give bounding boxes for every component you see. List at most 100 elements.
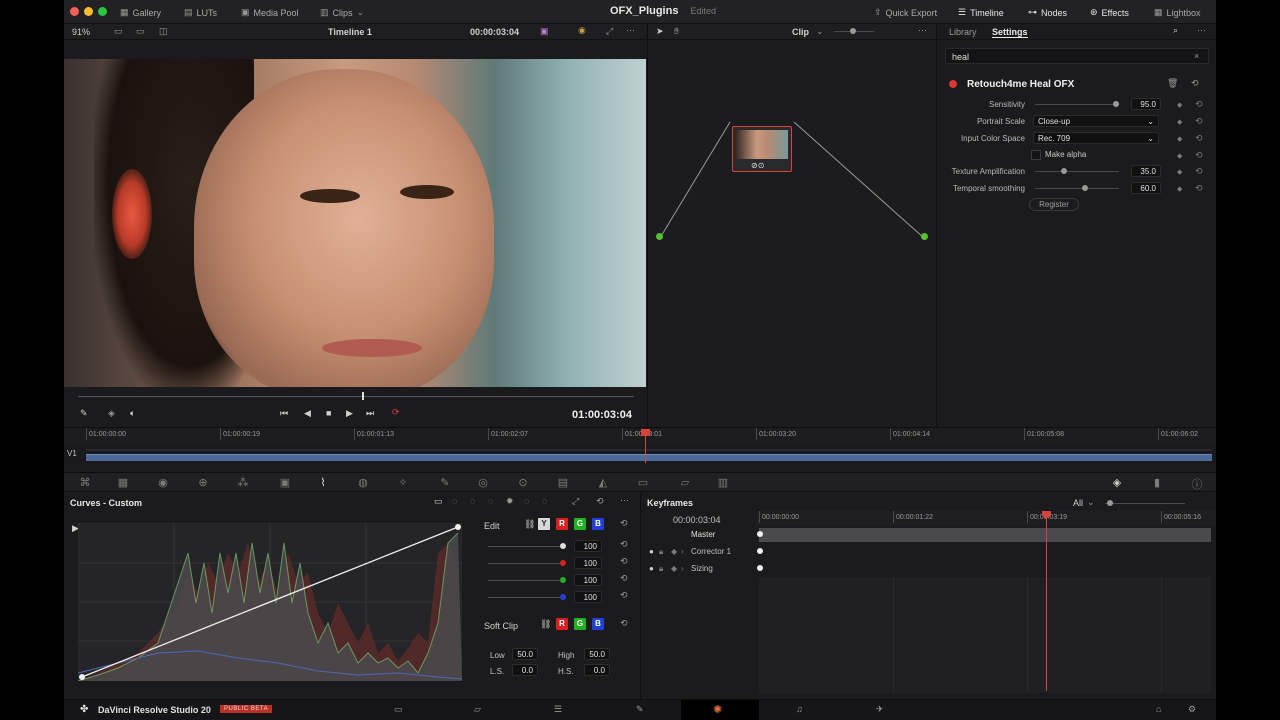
gallery-button[interactable]: ▦ Gallery (120, 7, 161, 18)
playhead-marker[interactable] (641, 429, 650, 436)
single-view-icon[interactable]: ▭ (114, 26, 123, 37)
3d-icon[interactable]: ▱ (676, 476, 694, 489)
register-button[interactable]: Register (1029, 198, 1079, 211)
play-reverse-icon[interactable]: ◀︎ (304, 408, 311, 419)
reset-icon[interactable]: ⟲ (1195, 150, 1203, 161)
volume-icon[interactable]: 🔈︎ (130, 408, 135, 419)
pointer-icon[interactable]: ➤ (656, 26, 664, 37)
reset-icon[interactable]: ⟲ (620, 573, 628, 584)
diamond-icon[interactable]: ◆ (671, 564, 677, 573)
y-intensity-value[interactable]: 100 (574, 540, 602, 552)
temporal-slider[interactable] (1035, 188, 1119, 189)
timeline-ruler[interactable]: 01:00:00:0001:00:00:1901:00:01:1301:00:0… (64, 427, 1216, 445)
y-intensity-handle[interactable] (560, 543, 566, 549)
timeline-clip[interactable] (86, 454, 1212, 461)
search-icon[interactable]: ⌕ (1173, 25, 1178, 36)
keyframe-playhead-marker[interactable] (1042, 511, 1051, 518)
split-view-icon[interactable]: ▭ (136, 26, 145, 37)
luts-button[interactable]: ▤ LUTs (184, 7, 217, 18)
scopes-icon[interactable]: ▮ (1148, 476, 1166, 489)
softclip-b-toggle[interactable]: B (592, 618, 604, 630)
viewer-scrubber[interactable] (78, 396, 634, 397)
media-page-icon[interactable]: ▭ (394, 704, 403, 715)
timeline-toggle[interactable]: ☰ Timeline (958, 7, 1004, 18)
custom-curves-icon[interactable]: ▭ (434, 496, 443, 507)
lock-icon[interactable]: 🔒︎ (659, 547, 663, 557)
hue-vs-sat-icon[interactable]: ◌ (470, 496, 475, 506)
keyframe-diamond-icon[interactable]: ◆ (1177, 118, 1182, 126)
color-warper-icon[interactable]: ◍ (354, 476, 372, 489)
sat-vs-lum-icon[interactable]: ◌ (542, 496, 547, 506)
cut-page-icon[interactable]: ▱ (474, 704, 481, 715)
high-value[interactable]: 50.0 (584, 648, 610, 660)
color-match-icon[interactable]: ▦ (114, 476, 132, 489)
softclip-r-toggle[interactable]: R (556, 618, 568, 630)
keyframe-row-corrector[interactable]: ● 🔒︎ ◆ › Corrector 1 (641, 544, 1201, 560)
color-page-button[interactable]: ✺ (681, 700, 759, 720)
media-pool-button[interactable]: ▣ Media Pool (241, 7, 299, 18)
keyframe-zoom-slider[interactable] (1105, 503, 1185, 504)
fullscreen-icon[interactable]: ⤢ (606, 26, 613, 37)
keyframe-ruler[interactable]: 00:00:00:0000:00:01:2200:00:03:1900:00:0… (757, 511, 1216, 525)
keyframe-zoom-handle[interactable] (1107, 500, 1113, 506)
motion-effects-icon[interactable]: ▣ (276, 476, 294, 489)
visibility-dot-icon[interactable]: ● (649, 564, 654, 573)
hs-value[interactable]: 0.0 (584, 664, 610, 676)
rgb-mixer-icon[interactable]: ⁂ (234, 476, 252, 489)
node-mode-selector[interactable]: Clip (792, 27, 809, 37)
more-options-icon[interactable]: ⋯ (620, 495, 629, 506)
timeline-selector[interactable]: Timeline 1 (328, 27, 372, 37)
keyframe-diamond-icon[interactable]: ◆ (1177, 185, 1182, 193)
g-intensity-slider[interactable] (488, 580, 564, 581)
lightbox-toggle[interactable]: ▦ Lightbox (1154, 7, 1201, 18)
hue-vs-lum-icon[interactable]: ◌ (488, 496, 493, 506)
r-intensity-handle[interactable] (560, 560, 566, 566)
keyframe-diamond-icon[interactable]: ◆ (1177, 152, 1182, 160)
hdr-icon[interactable]: ▣ (540, 26, 549, 37)
zoom-level[interactable]: 91% (72, 27, 90, 37)
texture-amp-slider[interactable] (1035, 171, 1119, 172)
reset-icon[interactable]: ⟲ (1195, 99, 1203, 110)
more-options-icon[interactable]: ⋯ (918, 25, 927, 36)
window-icon[interactable]: ✎ (436, 476, 454, 489)
timeline-playhead[interactable] (645, 429, 646, 463)
keyframe-row-master[interactable]: Master (641, 527, 1201, 543)
reset-icon[interactable]: ⟲ (620, 518, 628, 529)
channel-g-toggle[interactable]: G (574, 518, 586, 530)
link-icon[interactable]: ⛓︎ (540, 619, 551, 630)
node-zoom-handle[interactable] (850, 28, 856, 34)
curves-graph[interactable] (78, 523, 462, 681)
key-icon[interactable]: ◭ (594, 476, 612, 489)
corrector-node[interactable]: ⊘⊙ (732, 126, 792, 172)
compare-view-icon[interactable]: ◫ (159, 26, 168, 37)
texture-amp-handle[interactable] (1061, 168, 1067, 174)
sensitivity-handle[interactable] (1113, 101, 1119, 107)
keyframes-panel-icon[interactable]: ◈ (1108, 476, 1126, 489)
make-alpha-checkbox[interactable] (1031, 150, 1041, 160)
primaries-icon[interactable]: ◉ (154, 476, 172, 489)
softclip-g-toggle[interactable]: G (574, 618, 586, 630)
r-intensity-slider[interactable] (488, 563, 564, 564)
channel-b-toggle[interactable]: B (592, 518, 604, 530)
plugin-enable-toggle[interactable] (949, 80, 957, 88)
fusion-page-icon[interactable]: ✎ (636, 704, 644, 715)
keyframe-dot[interactable] (757, 565, 763, 571)
b-intensity-handle[interactable] (560, 594, 566, 600)
g-intensity-handle[interactable] (560, 577, 566, 583)
reset-icon[interactable]: ⟲ (1195, 116, 1203, 127)
loop-icon[interactable]: ⟳ (392, 407, 400, 418)
hand-icon[interactable]: ✋︎ (674, 26, 679, 37)
r-intensity-value[interactable]: 100 (574, 557, 602, 569)
input-color-dropdown[interactable]: Rec. 709 ⌄ (1033, 132, 1159, 144)
keyframe-diamond-icon[interactable]: ◆ (1177, 101, 1182, 109)
close-window-button[interactable] (70, 7, 79, 16)
sensitivity-value[interactable]: 95.0 (1131, 98, 1161, 110)
reset-icon[interactable]: ⟲ (620, 590, 628, 601)
nodes-toggle[interactable]: ⊶ Nodes (1028, 7, 1067, 18)
qualifier-icon[interactable]: ✧ (394, 476, 412, 489)
tab-library[interactable]: Library (949, 27, 977, 37)
edit-page-icon[interactable]: ☰ (554, 704, 562, 715)
y-intensity-slider[interactable] (488, 546, 564, 547)
minimize-window-button[interactable] (84, 7, 93, 16)
fairlight-page-icon[interactable]: ♫ (796, 704, 803, 714)
